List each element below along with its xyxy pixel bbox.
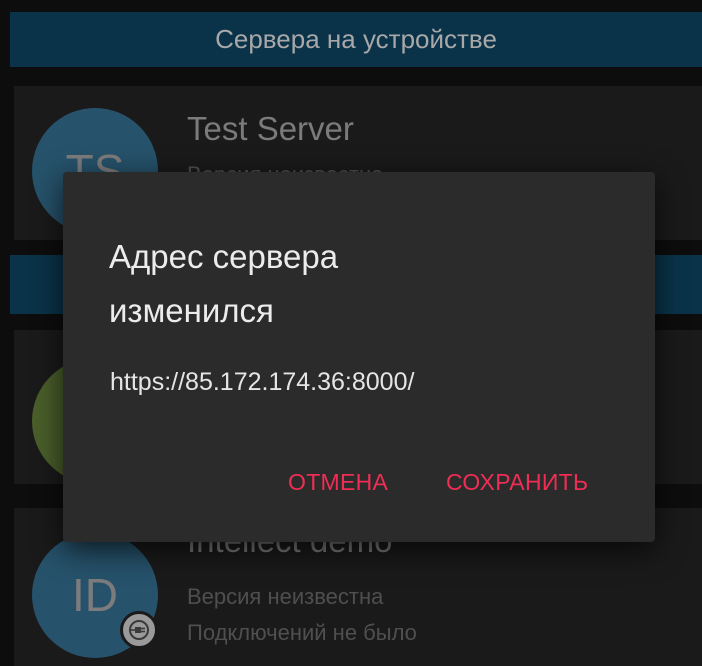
cancel-button[interactable]: ОТМЕНА (288, 469, 388, 496)
dialog-message: https://85.172.174.36:8000/ (110, 368, 415, 396)
plug-icon (120, 611, 158, 649)
dialog-title: Адрес сервера изменился (109, 238, 339, 329)
section-header-title: Сервера на устройстве (215, 24, 497, 54)
server-address-changed-dialog: Адрес сервера изменился https://85.172.1… (63, 172, 655, 542)
server-version: Версия неизвестна (187, 584, 384, 609)
save-button[interactable]: СОХРАНИТЬ (446, 469, 588, 496)
section-header: Сервера на устройстве (10, 12, 702, 67)
server-connections: Подключений не было (187, 620, 417, 645)
server-name: Test Server (187, 110, 354, 147)
